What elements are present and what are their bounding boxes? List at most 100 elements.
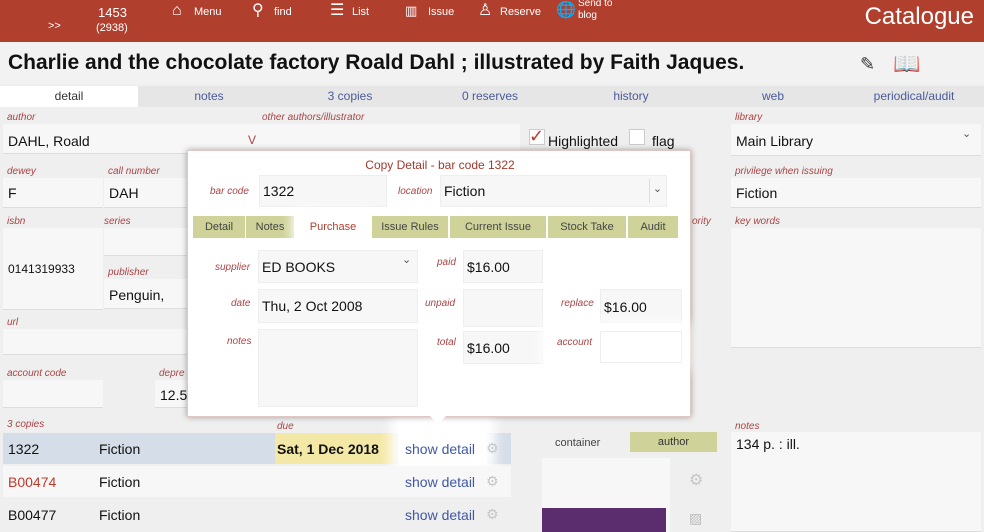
purchase-notes-field[interactable] — [258, 329, 418, 407]
tab-current-issue[interactable]: Current Issue — [450, 216, 546, 238]
bar-code-label: bar code — [210, 186, 249, 197]
author-button[interactable]: author — [630, 432, 717, 452]
author-label: author — [7, 112, 36, 123]
record-title: Charlie and the chocolate factory Roald … — [8, 51, 745, 74]
paid-label: paid — [437, 257, 456, 268]
tab-purchase[interactable]: Purchase — [298, 216, 368, 238]
isbn-label: isbn — [7, 216, 26, 227]
home-icon: ⌂ — [172, 2, 182, 19]
menu-button[interactable]: ⌂ Menu — [170, 0, 226, 42]
issue-button[interactable]: ▥ Issue — [405, 0, 457, 42]
chevron-down-icon: ⌄ — [962, 128, 972, 140]
chevron-down-icon: ⌄ — [649, 179, 665, 203]
tab-audit[interactable]: Audit — [628, 216, 678, 238]
copies-count-label: 3 copies — [7, 419, 45, 430]
list-label: List — [352, 6, 370, 18]
account-field[interactable] — [600, 331, 682, 363]
flag-checkbox[interactable] — [629, 129, 645, 145]
table-row[interactable]: B00477 Fiction show detail ⚙ — [3, 499, 511, 530]
search-icon: ⚲ — [252, 2, 264, 19]
replace-value: $16.00 — [604, 299, 647, 315]
send-to-blog-button[interactable]: 🌐 Send to blog — [556, 0, 620, 42]
supplier-label: supplier — [215, 262, 251, 273]
tab-detail[interactable]: Detail — [193, 216, 245, 238]
top-toolbar: >> 1453 (2938) ⌂ Menu ⚲ find ☰ List ▥ Is… — [0, 0, 984, 42]
image-icon[interactable]: ▨ — [689, 510, 702, 527]
author-value: DAHL, Roald — [8, 133, 90, 149]
url-label: url — [7, 317, 19, 328]
library-value: Main Library — [736, 133, 814, 149]
find-button[interactable]: ⚲ find — [252, 0, 300, 42]
list-icon: ☰ — [330, 2, 345, 19]
tab-detail[interactable]: detail — [0, 86, 138, 107]
notes-label: notes — [227, 336, 252, 347]
tab-copies[interactable]: 3 copies — [280, 86, 420, 107]
gear-icon[interactable]: ⚙ — [689, 470, 703, 490]
tab-history[interactable]: history — [560, 86, 702, 107]
book-cover-image — [542, 508, 666, 532]
barcode-icon: ▥ — [405, 3, 418, 18]
reserve-user-icon: ♙ — [478, 2, 493, 19]
privilege-label: privilege when issuing — [735, 166, 833, 177]
total-label: total — [437, 337, 456, 348]
gear-icon[interactable]: ⚙ — [486, 440, 499, 457]
purchase-date-value: Thu, 2 Oct 2008 — [262, 298, 363, 314]
copy-due: Sat, 1 Dec 2018 — [277, 441, 379, 457]
reserve-button[interactable]: ♙ Reserve — [478, 0, 541, 42]
gear-icon[interactable]: ⚙ — [486, 506, 499, 523]
account-code-label: account code — [7, 368, 67, 379]
table-row[interactable]: 1322 Fiction Sat, 1 Dec 2018 show detail… — [3, 390, 511, 464]
tab-periodical-audit[interactable]: periodical/audit — [844, 86, 984, 107]
library-label: library — [735, 112, 763, 123]
tab-web[interactable]: web — [702, 86, 844, 107]
globe-icon: 🌐 — [556, 2, 576, 19]
tab-notes[interactable]: Notes — [246, 216, 294, 238]
tab-reserves[interactable]: 0 reserves — [420, 86, 560, 107]
location-label: location — [398, 186, 433, 197]
due-label: due — [277, 421, 294, 432]
show-detail-link[interactable]: show detail — [405, 507, 475, 523]
flag-label: flag — [652, 133, 675, 149]
copy-barcode: B00474 — [8, 474, 57, 490]
tab-issue-rules[interactable]: Issue Rules — [372, 216, 448, 238]
tab-stock-take[interactable]: Stock Take — [548, 216, 626, 238]
depreciation-label: depre — [159, 368, 185, 379]
show-detail-link[interactable]: show detail — [405, 441, 475, 457]
book-icon[interactable]: 📖 — [893, 51, 920, 77]
publisher-label: publisher — [108, 267, 149, 278]
key-words-field[interactable] — [731, 228, 981, 348]
unpaid-field[interactable] — [463, 289, 543, 327]
copy-type: Fiction — [99, 441, 141, 457]
gear-icon[interactable]: ⚙ — [486, 473, 499, 490]
account-code-field[interactable] — [3, 380, 103, 408]
menu-label: Menu — [194, 6, 222, 18]
privilege-value: Fiction — [736, 185, 778, 201]
publisher-value: Penguin, — [109, 287, 165, 303]
dewey-field[interactable] — [3, 178, 103, 208]
show-detail-link[interactable]: show detail — [405, 474, 475, 490]
supplier-value: ED BOOKS — [262, 259, 336, 275]
find-label: find — [274, 6, 292, 18]
issue-label: Issue — [428, 6, 455, 18]
call-number-label: call number — [108, 166, 160, 177]
url-field[interactable] — [3, 329, 188, 355]
send-to-blog-label: Send to blog — [578, 0, 613, 21]
nav-next-button[interactable]: >> — [40, 0, 76, 42]
isbn-value: 0141319933 — [8, 262, 75, 276]
series-field[interactable] — [104, 228, 188, 256]
other-authors-label: other authors/illustrator — [262, 112, 365, 123]
record-tabs: detail notes 3 copies 0 reserves history… — [0, 86, 984, 107]
copy-type: Fiction — [99, 474, 141, 490]
date-label: date — [231, 298, 251, 309]
list-button[interactable]: ☰ List — [330, 0, 374, 42]
dewey-label: dewey — [7, 166, 36, 177]
cataloguer-icon[interactable]: ✎ — [860, 54, 875, 75]
record-total: (2938) — [96, 22, 128, 34]
notes-value: 134 p. : ill. — [736, 436, 800, 452]
dialog-title: Copy Detail - bar code 1322 — [365, 158, 515, 172]
highlighted-label: Highlighted — [548, 133, 619, 149]
check-icon: ✓ — [529, 126, 545, 146]
table-row[interactable]: B00474 Fiction show detail ⚙ — [3, 466, 511, 497]
dewey-value: F — [8, 185, 17, 201]
tab-notes[interactable]: notes — [140, 86, 278, 107]
